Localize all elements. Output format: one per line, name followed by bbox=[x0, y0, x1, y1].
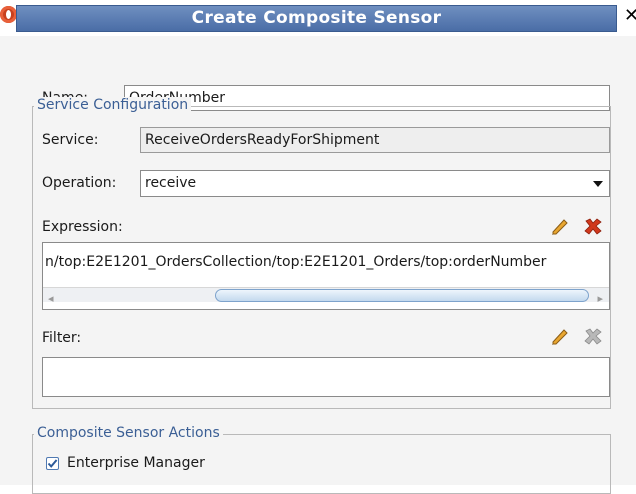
expression-horizontal-scrollbar[interactable]: ◂ ▸ bbox=[43, 287, 609, 305]
operation-selected-value: receive bbox=[145, 175, 197, 191]
window-title: Create Composite Sensor bbox=[16, 5, 617, 32]
expression-label: Expression: bbox=[42, 219, 123, 235]
title-bar: Create Composite Sensor ✕ bbox=[0, 0, 636, 36]
close-icon[interactable]: ✕ bbox=[624, 6, 636, 26]
enterprise-manager-label[interactable]: Enterprise Manager bbox=[67, 455, 205, 471]
operation-label: Operation: bbox=[42, 175, 117, 191]
delete-filter-icon bbox=[584, 328, 602, 345]
delete-expression-icon[interactable] bbox=[583, 216, 603, 236]
filter-input[interactable] bbox=[42, 357, 610, 397]
operation-select[interactable]: receive bbox=[140, 170, 610, 197]
chevron-down-icon[interactable] bbox=[593, 181, 603, 187]
scroll-left-icon[interactable]: ◂ bbox=[48, 287, 54, 309]
filter-label: Filter: bbox=[42, 330, 82, 346]
service-field: ReceiveOrdersReadyForShipment bbox=[140, 127, 610, 153]
expression-text: n/top:E2E1201_OrdersCollection/top:E2E12… bbox=[45, 254, 547, 270]
expression-box[interactable]: n/top:E2E1201_OrdersCollection/top:E2E12… bbox=[42, 242, 610, 310]
edit-filter-pencil-icon[interactable] bbox=[549, 326, 569, 346]
scroll-right-icon[interactable]: ▸ bbox=[597, 287, 603, 309]
create-composite-sensor-dialog: Create Composite Sensor ✕ Name: OrderNum… bbox=[0, 0, 636, 494]
service-configuration-legend: Service Configuration bbox=[34, 97, 192, 113]
enterprise-manager-checkbox[interactable] bbox=[46, 457, 59, 470]
checkmark-icon bbox=[47, 459, 58, 468]
edit-expression-pencil-icon[interactable] bbox=[549, 216, 569, 236]
service-label: Service: bbox=[42, 132, 99, 148]
composite-sensor-actions-legend: Composite Sensor Actions bbox=[34, 425, 223, 441]
oracle-app-icon bbox=[0, 6, 17, 23]
scrollbar-thumb[interactable] bbox=[215, 289, 589, 302]
